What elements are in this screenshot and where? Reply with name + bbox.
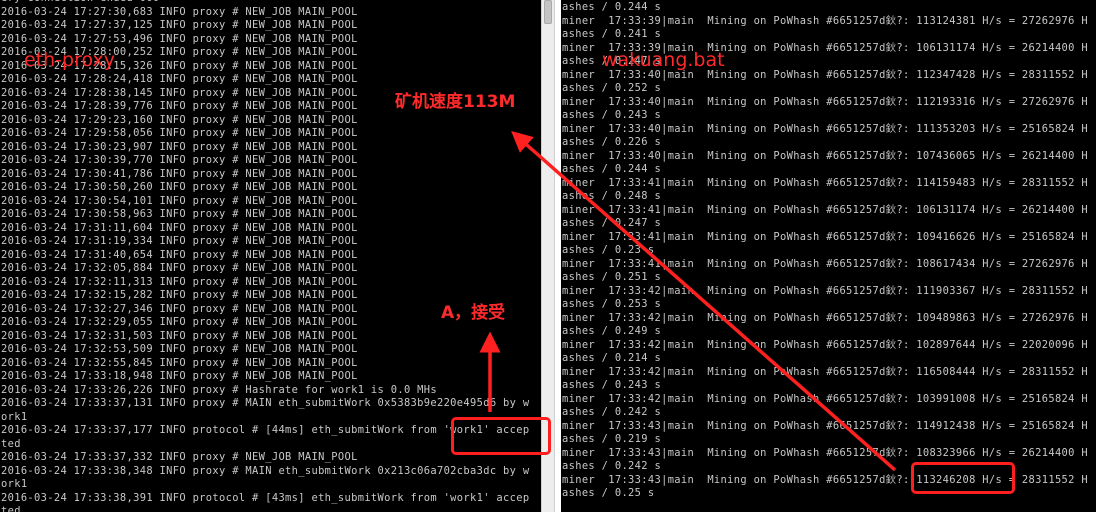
arrow-to-speed-label: [511, 131, 897, 472]
hashrate-highlight-box: [911, 462, 1015, 494]
eth-proxy-label: eth-proxy: [24, 49, 116, 71]
accepted-highlight-box: [451, 417, 551, 455]
wakuang-bat-label: wakuang.bat: [602, 49, 725, 71]
miner-speed-label: 矿机速度113M: [395, 92, 516, 112]
accept-label: A，接受: [441, 303, 506, 323]
